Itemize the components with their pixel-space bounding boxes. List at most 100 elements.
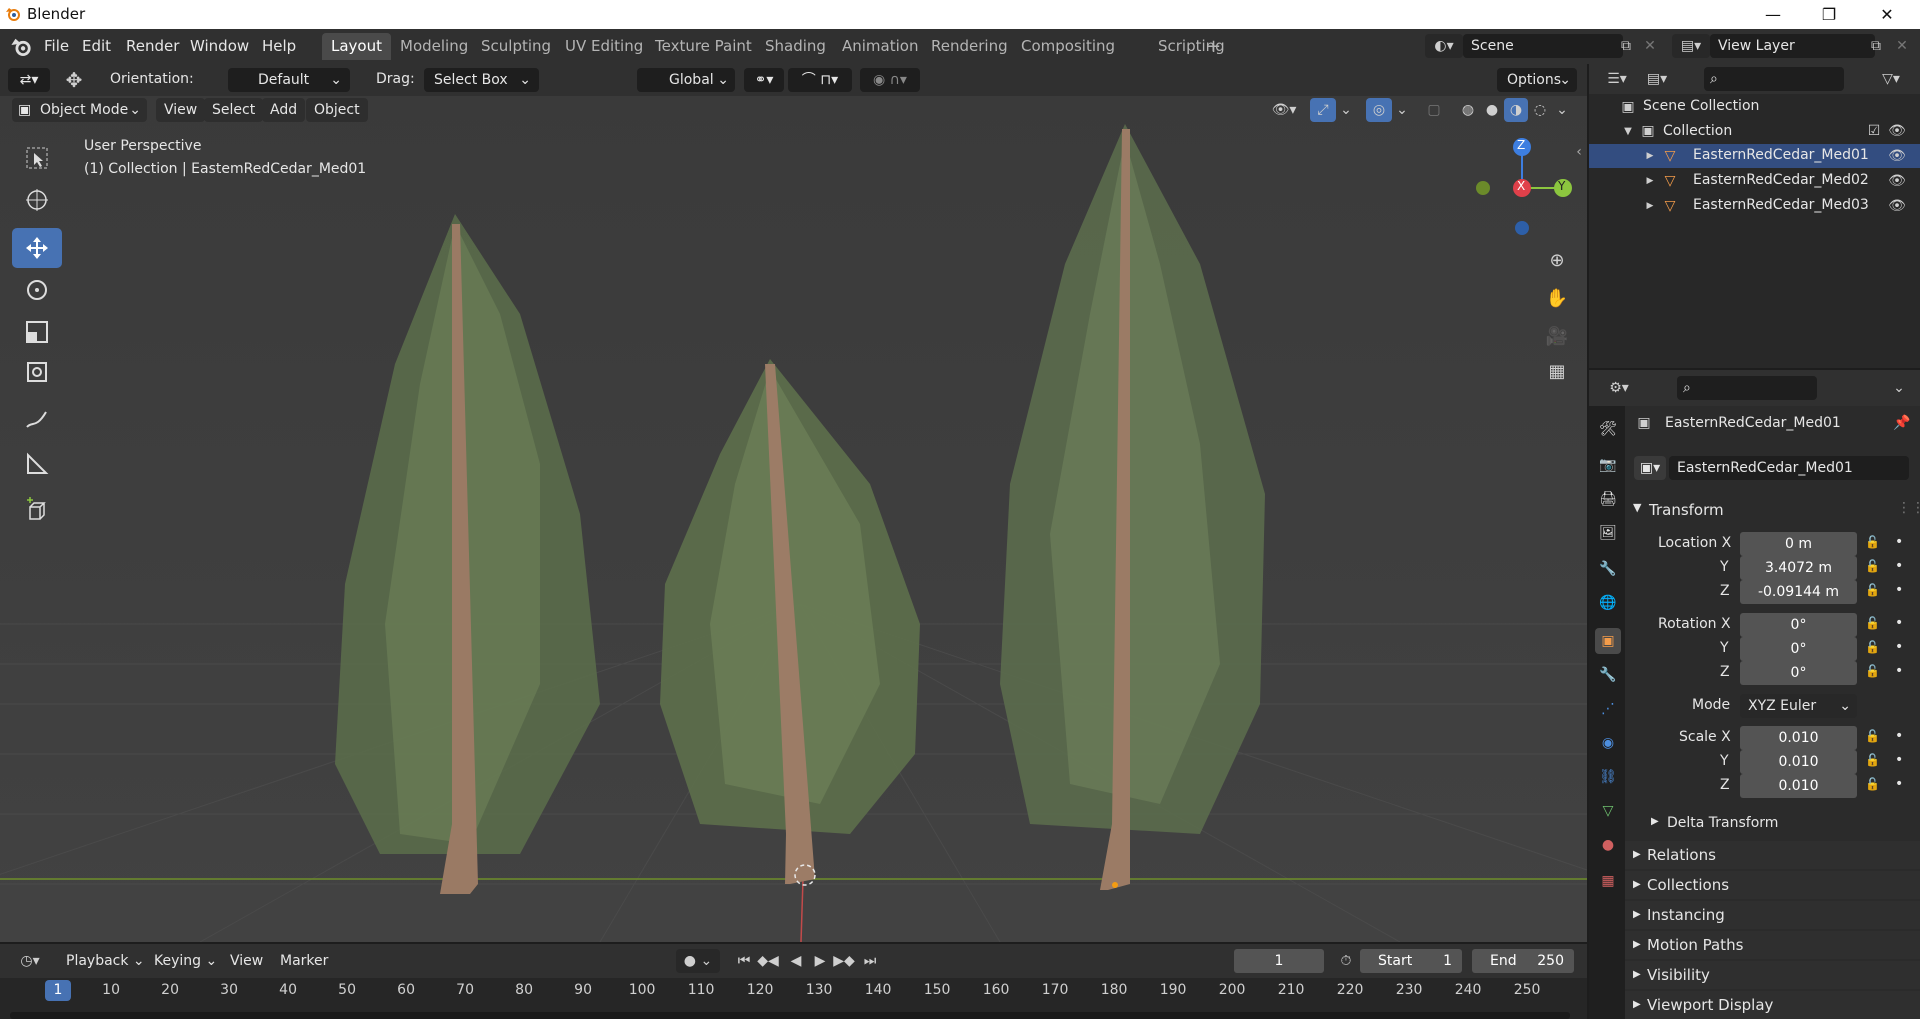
options-dropdown[interactable]: Options ⌄ [1497,68,1577,92]
view-layer-field[interactable]: View Layer [1710,34,1875,58]
transform-orientation-dropdown[interactable]: Global ⌄ [637,68,735,92]
view-layer-browse-icon[interactable]: ▤▾ [1672,34,1710,58]
output-tab-icon[interactable]: 🖨 [1595,486,1621,512]
close-button[interactable]: ✕ [1864,0,1910,29]
pin-icon[interactable]: 📌 [1891,413,1913,433]
keyframe-dot-icon[interactable]: • [1895,582,1903,598]
add-workspace-button[interactable]: + [1197,33,1230,60]
viewport-menu-select[interactable]: Select [204,98,264,122]
scene-browse-icon[interactable]: ◐▾ [1425,34,1463,58]
drag-handle-icon[interactable]: ⋮⋮ [1897,500,1920,516]
delta-transform-header[interactable]: ▶ Delta Transform [1625,810,1920,838]
scale-z-field[interactable]: 0.010 [1740,774,1857,798]
filter-icon[interactable]: ▽▾ [1871,67,1911,91]
outliner-row-selected[interactable]: ▶ ▽ EasternRedCedar_Med01 👁 [1589,144,1920,168]
material-preview-icon[interactable]: ◑ [1504,98,1528,122]
prev-keyframe-icon[interactable]: ◆◀ [756,949,780,973]
texture-tab-icon[interactable]: ▦ [1595,868,1621,894]
pivot-point-icon[interactable]: ⚭▾ [744,68,784,92]
collapse-arrow-icon[interactable]: ▼ [1621,123,1635,139]
outliner-row[interactable]: ▶ ▽ EasternRedCedar_Med03 👁 [1589,194,1920,218]
pan-hand-icon[interactable]: ✋ [1540,281,1574,315]
tab-compositing[interactable]: Compositing [1012,33,1124,60]
collections-panel-header[interactable]: ▶ Collections [1625,871,1920,899]
remove-scene-icon[interactable]: ✕ [1640,34,1660,58]
viewport-menu-object[interactable]: Object [306,98,368,122]
transform-tool-icon[interactable] [12,352,62,392]
snap-icon[interactable]: ⌒ ⊓▾ [788,68,852,92]
view-layer-tab-icon[interactable]: 🖼 [1595,520,1621,546]
collection-eye-icon[interactable]: 👁 [1887,122,1907,140]
render-tab-icon[interactable]: 📷 [1595,452,1621,478]
location-x-field[interactable]: 0 m [1740,532,1857,556]
tab-modeling[interactable]: Modeling [391,33,477,60]
material-tab-icon[interactable]: ● [1595,832,1621,858]
data-tab-icon[interactable]: ▽ [1595,798,1621,824]
tab-shading[interactable]: Shading [756,33,835,60]
relations-panel-header[interactable]: ▶ Relations [1625,841,1920,869]
maximize-button[interactable]: ❐ [1806,0,1852,29]
tool-tab-icon[interactable]: 🛠 [1595,416,1621,442]
rendered-shading-icon[interactable]: ◌ [1528,98,1552,122]
transform-panel-header[interactable]: ▼ Transform ⋮⋮ [1625,496,1920,524]
tab-animation[interactable]: Animation [833,33,927,60]
particles-tab-icon[interactable]: ⋰ [1595,696,1621,722]
jump-end-icon[interactable]: ⏭ [858,949,882,973]
physics-tab-icon[interactable]: ◉ [1595,730,1621,756]
rotate-tool-icon[interactable] [12,270,62,310]
scene-name-field[interactable]: Scene [1463,34,1623,58]
menu-window[interactable]: Window [190,35,249,57]
lock-location-y-icon[interactable]: 🔓 [1865,559,1880,573]
item-1-eye-icon[interactable]: 👁 [1887,147,1907,165]
lock-scale-z-icon[interactable]: 🔓 [1865,777,1880,791]
keyframe-dot-icon[interactable]: • [1895,663,1903,679]
object-browse-icon[interactable]: ▣▾ [1634,456,1666,480]
measure-tool-icon[interactable] [12,444,62,484]
keyframe-dot-icon[interactable]: • [1895,639,1903,655]
new-view-layer-icon[interactable]: ⧉ [1862,34,1890,58]
instancing-panel-header[interactable]: ▶ Instancing [1625,901,1920,929]
lock-scale-x-icon[interactable]: 🔓 [1865,729,1880,743]
timeline-editor-type-icon[interactable]: ◷▾ [12,949,48,973]
lock-location-z-icon[interactable]: 🔓 [1865,583,1880,597]
3d-viewport[interactable] [0,64,1587,942]
properties-search-input[interactable]: ⌕ [1677,376,1817,400]
rotation-y-field[interactable]: 0° [1740,637,1857,661]
lock-scale-y-icon[interactable]: 🔓 [1865,753,1880,767]
scene-tab-icon[interactable]: 🔧 [1595,556,1621,582]
record-keyframe-icon[interactable]: ● ⌄ [676,949,720,973]
motion-paths-panel-header[interactable]: ▶ Motion Paths [1625,931,1920,959]
end-frame-field[interactable]: End 250 [1472,949,1574,973]
visibility-panel-header[interactable]: ▶ Visibility [1625,961,1920,989]
display-mode-icon[interactable]: ▤▾ [1639,67,1675,91]
viewport-display-panel-header[interactable]: ▶ Viewport Display [1625,991,1920,1019]
scale-x-field[interactable]: 0.010 [1740,726,1857,750]
keyframe-dot-icon[interactable]: • [1895,728,1903,744]
properties-options-icon[interactable]: ⌄ [1887,376,1911,400]
remove-view-layer-icon[interactable]: ✕ [1890,34,1914,58]
solid-shading-icon[interactable]: ● [1480,98,1504,122]
editor-type-icon[interactable]: ⇄▾ [8,68,50,92]
rotation-mode-dropdown[interactable]: XYZ Euler ⌄ [1740,694,1857,718]
viewport-menu-view[interactable]: View [156,98,206,122]
collection-label[interactable]: Collection [1663,123,1732,139]
outliner-search-input[interactable]: ⌕ [1704,67,1844,91]
new-scene-icon[interactable]: ⧉ [1612,34,1640,58]
expand-arrow-icon[interactable]: ▶ [1643,172,1657,190]
minimize-button[interactable]: — [1750,0,1796,29]
lock-rotation-x-icon[interactable]: 🔓 [1865,616,1880,630]
modifier-tab-icon[interactable]: 🔧 [1595,662,1621,688]
constraints-tab-icon[interactable]: ⛓ [1595,764,1621,790]
menu-help[interactable]: Help [262,35,296,57]
properties-editor-type-icon[interactable]: ⚙▾ [1601,376,1637,400]
shading-dropdown-icon[interactable]: ⌄ [1552,98,1572,122]
lock-rotation-y-icon[interactable]: 🔓 [1865,640,1880,654]
object-tab-icon[interactable]: ▣ [1595,628,1621,654]
select-box-tool-icon[interactable] [12,138,62,178]
keyframe-dot-icon[interactable]: • [1895,615,1903,631]
play-icon[interactable]: ▶ [808,949,832,973]
tab-sculpting[interactable]: Sculpting [472,33,560,60]
stopwatch-icon[interactable]: ⏱ [1334,949,1358,973]
timeline-scrollbar[interactable] [10,1012,1570,1019]
overlays-dropdown-icon[interactable]: ⌄ [1392,98,1412,122]
